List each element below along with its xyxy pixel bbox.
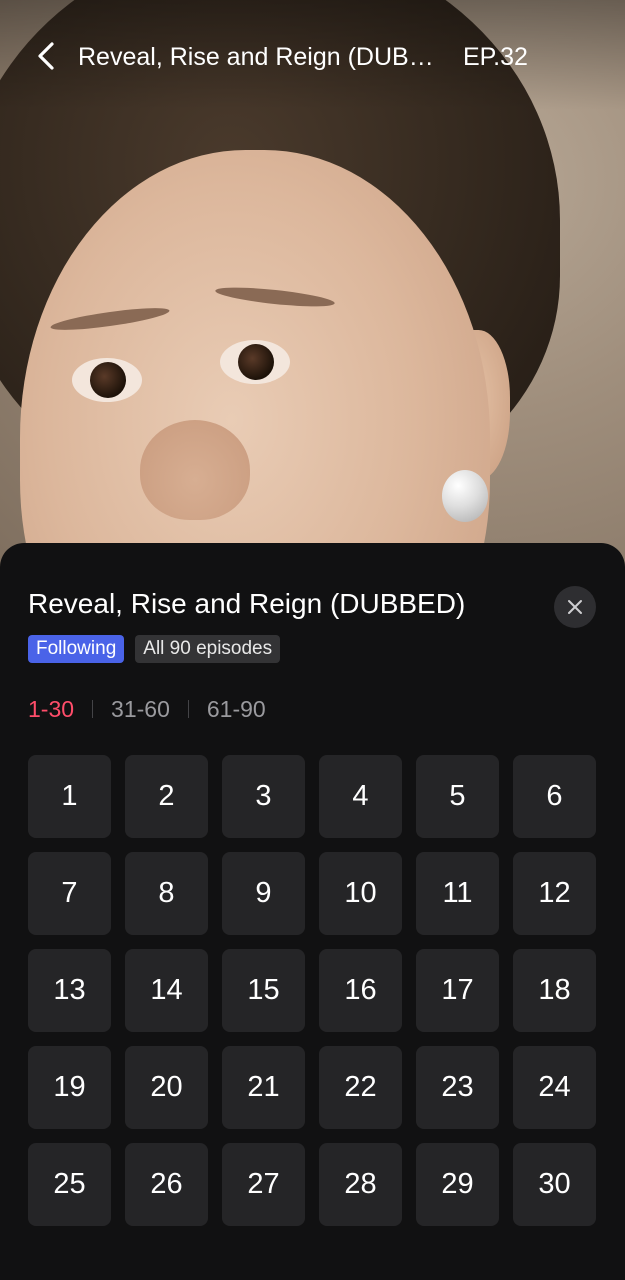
sheet-title: Reveal, Rise and Reign (DUBBED) [28,588,466,619]
episode-tile[interactable]: 17 [416,949,499,1032]
episode-tile[interactable]: 25 [28,1143,111,1226]
episode-grid: 1 2 3 4 5 6 7 8 9 10 11 12 13 14 15 16 1… [28,755,598,1226]
episode-count-badge: All 90 episodes [135,635,281,663]
episode-tile[interactable]: 13 [28,949,111,1032]
video-earring [442,470,488,522]
video-nose [140,420,250,520]
episode-tile[interactable]: 15 [222,949,305,1032]
episode-tile[interactable]: 20 [125,1046,208,1129]
range-tab-61-90[interactable]: 61-90 [207,693,266,725]
episode-tile[interactable]: 19 [28,1046,111,1129]
episode-tile[interactable]: 4 [319,755,402,838]
episode-tile[interactable]: 2 [125,755,208,838]
current-episode-label: EP.32 [463,43,528,71]
episode-tile[interactable]: 27 [222,1143,305,1226]
close-button[interactable] [554,586,596,628]
video-eye-right [220,340,290,384]
episode-tile[interactable]: 6 [513,755,596,838]
episode-tile[interactable]: 8 [125,852,208,935]
back-button[interactable] [28,38,64,74]
episode-tile[interactable]: 10 [319,852,402,935]
badge-row: Following All 90 episodes [28,635,281,663]
episode-tile[interactable]: 3 [222,755,305,838]
range-tab-31-60[interactable]: 31-60 [111,693,170,725]
episode-tile[interactable]: 9 [222,852,305,935]
episode-tile[interactable]: 30 [513,1143,596,1226]
episode-tile[interactable]: 1 [28,755,111,838]
episode-tile[interactable]: 18 [513,949,596,1032]
video-frame[interactable]: Reveal, Rise and Reign (DUBB… EP.32 [0,0,625,600]
episode-tile[interactable]: 26 [125,1143,208,1226]
top-bar: Reveal, Rise and Reign (DUBB… EP.32 [0,0,625,110]
episode-tile[interactable]: 12 [513,852,596,935]
following-badge[interactable]: Following [28,635,125,663]
range-divider [187,700,189,718]
close-icon [568,600,582,614]
episode-tile[interactable]: 21 [222,1046,305,1129]
episode-tile[interactable]: 7 [28,852,111,935]
video-title: Reveal, Rise and Reign (DUBB… [78,43,448,71]
chevron-left-icon [38,42,54,70]
video-eye-left [72,358,142,402]
player-screen: Reveal, Rise and Reign (DUBB… EP.32 Reve… [0,0,625,1280]
episode-tile[interactable]: 5 [416,755,499,838]
episode-tile[interactable]: 11 [416,852,499,935]
episode-range-tabs: 1-30 31-60 61-90 [28,693,266,725]
episode-tile[interactable]: 23 [416,1046,499,1129]
episode-sheet: Reveal, Rise and Reign (DUBBED) Followin… [0,543,625,1280]
episode-tile[interactable]: 14 [125,949,208,1032]
episode-tile[interactable]: 22 [319,1046,402,1129]
range-divider [92,700,94,718]
episode-tile[interactable]: 24 [513,1046,596,1129]
range-tab-1-30[interactable]: 1-30 [28,693,74,725]
episode-tile[interactable]: 16 [319,949,402,1032]
episode-tile[interactable]: 29 [416,1143,499,1226]
episode-tile[interactable]: 28 [319,1143,402,1226]
